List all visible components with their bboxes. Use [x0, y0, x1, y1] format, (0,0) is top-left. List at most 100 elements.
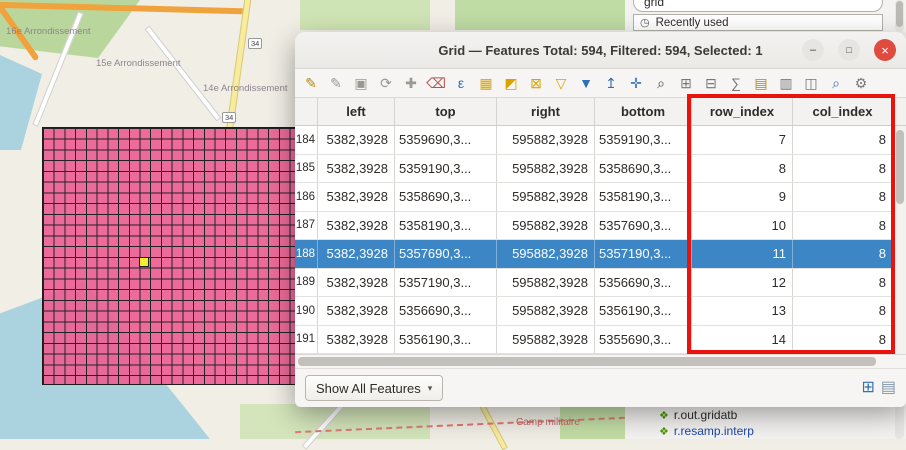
table-row[interactable]: 1845382,39285359690,3...595882,392853591…: [295, 126, 906, 155]
cell-bottom[interactable]: 5358690,3...: [595, 155, 692, 183]
cell-row_index[interactable]: 7: [692, 126, 793, 154]
table-row[interactable]: 1855382,39285359190,3...595882,392853586…: [295, 155, 906, 184]
cell-col_index[interactable]: 8: [793, 212, 893, 240]
cell-bottom[interactable]: 5358190,3...: [595, 183, 692, 211]
move-selection-to-top-icon[interactable]: ↥: [601, 73, 621, 93]
field-calculator-icon[interactable]: ∑: [726, 73, 746, 93]
cell-top[interactable]: 5356690,3...: [395, 297, 497, 325]
cell-col_index[interactable]: 8: [793, 155, 893, 183]
cell-left[interactable]: 5382,3928: [318, 297, 395, 325]
zoom-map-icon[interactable]: ⌕: [826, 73, 846, 93]
recently-used-group[interactable]: ◷ Recently used: [633, 14, 883, 31]
panel-scrollbar[interactable]: [895, 0, 904, 32]
cell-left[interactable]: 5382,3928: [318, 269, 395, 297]
column-header-bottom[interactable]: bottom: [595, 98, 692, 125]
cell-bottom[interactable]: 5356190,3...: [595, 297, 692, 325]
reload-table-icon[interactable]: ⟳: [376, 73, 396, 93]
new-field-icon[interactable]: ⊞: [676, 73, 696, 93]
row-number[interactable]: 188: [295, 240, 318, 268]
select-all-icon[interactable]: ▦: [476, 73, 496, 93]
cell-col_index[interactable]: 8: [793, 269, 893, 297]
algorithm-item[interactable]: ❖r.resamp.interp: [659, 424, 754, 438]
row-number[interactable]: 190: [295, 297, 318, 325]
cell-left[interactable]: 5382,3928: [318, 240, 395, 268]
column-header-top[interactable]: top: [395, 98, 497, 125]
cell-top[interactable]: 5359190,3...: [395, 155, 497, 183]
cell-left[interactable]: 5382,3928: [318, 126, 395, 154]
cell-bottom[interactable]: 5359190,3...: [595, 126, 692, 154]
table-row[interactable]: 1905382,39285356690,3...595882,392853561…: [295, 297, 906, 326]
cell-right[interactable]: 595882,3928: [497, 326, 595, 354]
cell-row_index[interactable]: 8: [692, 155, 793, 183]
cell-top[interactable]: 5357690,3...: [395, 240, 497, 268]
pan-to-selection-icon[interactable]: ✛: [626, 73, 646, 93]
column-header-left[interactable]: left: [318, 98, 395, 125]
cell-bottom[interactable]: 5357190,3...: [595, 240, 692, 268]
cell-top[interactable]: 5357190,3...: [395, 269, 497, 297]
multi-edit-mode-icon[interactable]: ✎: [326, 73, 346, 93]
cell-top[interactable]: 5356190,3...: [395, 326, 497, 354]
horizontal-scrollbar[interactable]: [295, 354, 906, 368]
vertical-scrollbar-thumb[interactable]: [896, 130, 904, 204]
close-button[interactable]: ×: [874, 39, 896, 61]
cell-col_index[interactable]: 8: [793, 326, 893, 354]
cell-right[interactable]: 595882,3928: [497, 126, 595, 154]
row-number[interactable]: 186: [295, 183, 318, 211]
column-header-right[interactable]: right: [497, 98, 595, 125]
cell-col_index[interactable]: 8: [793, 297, 893, 325]
cell-bottom[interactable]: 5356690,3...: [595, 269, 692, 297]
row-number[interactable]: 185: [295, 155, 318, 183]
cell-right[interactable]: 595882,3928: [497, 297, 595, 325]
cell-row_index[interactable]: 12: [692, 269, 793, 297]
cell-right[interactable]: 595882,3928: [497, 269, 595, 297]
cell-left[interactable]: 5382,3928: [318, 155, 395, 183]
row-number[interactable]: 189: [295, 269, 318, 297]
cell-left[interactable]: 5382,3928: [318, 326, 395, 354]
add-feature-icon[interactable]: ✚: [401, 73, 421, 93]
vector-grid-layer[interactable]: [42, 127, 310, 385]
search-input[interactable]: [633, 0, 883, 12]
zoom-to-selection-icon[interactable]: ⌕: [651, 73, 671, 93]
column-header-col_index[interactable]: col_index: [793, 98, 893, 125]
cell-row_index[interactable]: 11: [692, 240, 793, 268]
row-number[interactable]: 187: [295, 212, 318, 240]
delete-field-icon[interactable]: ⊟: [701, 73, 721, 93]
table-view-icon[interactable]: ⊞: [861, 380, 874, 396]
toggle-editing-icon[interactable]: ✎: [301, 73, 321, 93]
maximize-button[interactable]: □: [838, 39, 860, 61]
window-titlebar[interactable]: Grid — Features Total: 594, Filtered: 59…: [295, 32, 906, 69]
cell-top[interactable]: 5358190,3...: [395, 212, 497, 240]
cell-col_index[interactable]: 8: [793, 126, 893, 154]
table-row[interactable]: 1915382,39285356190,3...595882,392853556…: [295, 326, 906, 355]
deselect-all-icon[interactable]: ⊠: [526, 73, 546, 93]
dock-table-icon[interactable]: ◫: [801, 73, 821, 93]
table-row[interactable]: 1895382,39285357190,3...595882,392853566…: [295, 269, 906, 298]
select-by-form-icon[interactable]: ▽: [551, 73, 571, 93]
minimize-button[interactable]: –: [802, 39, 824, 61]
invert-selection-icon[interactable]: ◩: [501, 73, 521, 93]
cell-row_index[interactable]: 13: [692, 297, 793, 325]
select-by-expression-icon[interactable]: ε: [451, 73, 471, 93]
row-number[interactable]: 191: [295, 326, 318, 354]
cell-col_index[interactable]: 8: [793, 183, 893, 211]
cell-left[interactable]: 5382,3928: [318, 183, 395, 211]
column-header-row_index[interactable]: row_index: [692, 98, 793, 125]
cell-row_index[interactable]: 14: [692, 326, 793, 354]
cell-row_index[interactable]: 10: [692, 212, 793, 240]
row-number[interactable]: 184: [295, 126, 318, 154]
save-edits-icon[interactable]: ▣: [351, 73, 371, 93]
cell-left[interactable]: 5382,3928: [318, 212, 395, 240]
cell-right[interactable]: 595882,3928: [497, 212, 595, 240]
organize-columns-icon[interactable]: ▥: [776, 73, 796, 93]
cell-right[interactable]: 595882,3928: [497, 240, 595, 268]
table-row[interactable]: 1885382,39285357690,3...595882,392853571…: [295, 240, 906, 269]
cell-col_index[interactable]: 8: [793, 240, 893, 268]
horizontal-scrollbar-thumb[interactable]: [298, 357, 876, 366]
cell-row_index[interactable]: 9: [692, 183, 793, 211]
cell-top[interactable]: 5358690,3...: [395, 183, 497, 211]
cell-right[interactable]: 595882,3928: [497, 155, 595, 183]
actions-icon[interactable]: ⚙: [851, 73, 871, 93]
feature-filter-button[interactable]: Show All Features ▾: [305, 375, 443, 401]
table-row[interactable]: 1875382,39285358190,3...595882,392853576…: [295, 212, 906, 241]
form-view-icon[interactable]: ▤: [881, 380, 896, 396]
